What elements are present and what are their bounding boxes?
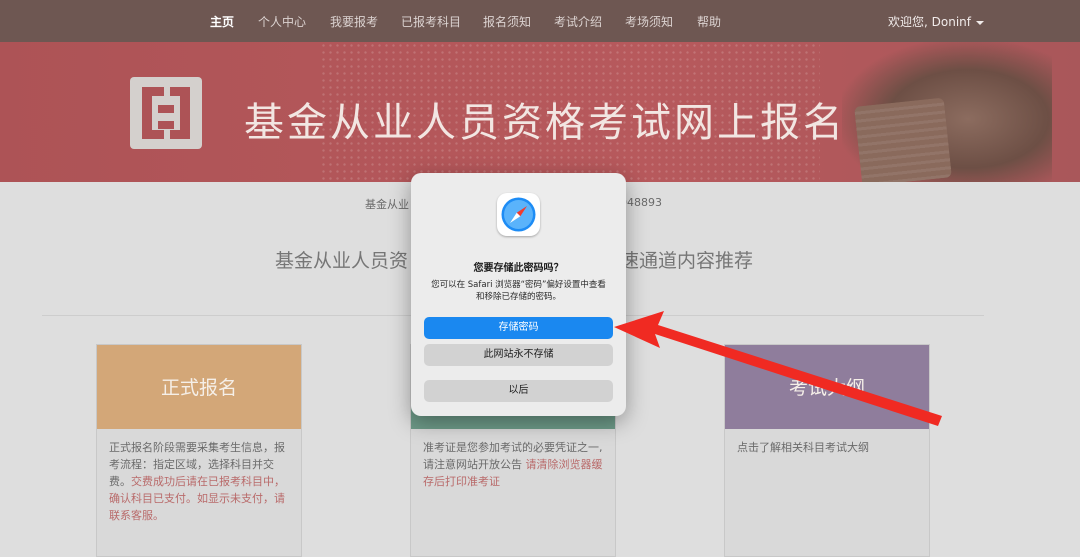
section-heading-left: 基金从业人员资 xyxy=(275,250,409,272)
notice-text-left: 基金从业 xyxy=(365,198,409,211)
card-text: 点击了解相关科目考试大纲 xyxy=(737,441,869,454)
card-syllabus[interactable]: 考试大纲 点击了解相关科目考试大纲 xyxy=(724,344,930,557)
card-registration[interactable]: 正式报名 正式报名阶段需要采集考生信息，报考流程：指定区域，选择科目并交费。交费… xyxy=(96,344,302,557)
seal-logo-icon xyxy=(130,77,202,149)
card-body: 准考证是您参加考试的必要凭证之一,请注意网站开放公告 请清除浏览器缓存后打印准考… xyxy=(411,429,615,500)
card-title: 正式报名 xyxy=(160,377,237,399)
welcome-text: 欢迎您, Doninf xyxy=(888,15,971,29)
nav-exam-room-notes[interactable]: 考场须知 xyxy=(625,13,673,30)
safari-icon xyxy=(497,193,540,236)
never-save-button[interactable]: 此网站永不存储 xyxy=(424,344,613,366)
banner-title: 基金从业人员资格考试网上报名 xyxy=(244,100,846,146)
nav-home[interactable]: 主页 xyxy=(210,13,234,30)
card-header: 正式报名 xyxy=(97,345,301,429)
save-password-button[interactable]: 存储密码 xyxy=(424,317,613,339)
card-header: 考试大纲 xyxy=(725,345,929,429)
dialog-title: 您要存储此密码吗？ xyxy=(473,263,564,274)
nav-exam-intro[interactable]: 考试介绍 xyxy=(554,13,602,30)
top-nav: 主页 个人中心 我要报考 已报考科目 报名须知 考试介绍 考场须知 帮助 欢迎您… xyxy=(0,0,1080,42)
nav-personal-center[interactable]: 个人中心 xyxy=(258,13,306,30)
nav-help[interactable]: 帮助 xyxy=(697,13,721,30)
section-heading-right: 速通道内容推荐 xyxy=(620,250,754,272)
card-warning-text: 交费成功后请在已报考科目中，确认科目已支付。如显示未支付，请联系客服。 xyxy=(109,475,285,522)
user-menu[interactable]: 欢迎您, Doninf xyxy=(888,13,984,30)
card-title: 考试大纲 xyxy=(788,377,865,399)
nav-apply[interactable]: 我要报考 xyxy=(330,13,378,30)
card-body: 点击了解相关科目考试大纲 xyxy=(725,429,929,466)
not-now-button[interactable]: 以后 xyxy=(424,380,613,402)
stamp-block-image xyxy=(854,97,952,182)
save-password-dialog: 您要存储此密码吗？ 您可以在 Safari 浏览器“密码”偏好设置中查看和移除已… xyxy=(411,173,626,416)
nav-registered-subjects[interactable]: 已报考科目 xyxy=(401,13,461,30)
notice-text-right: 048893 xyxy=(620,196,662,209)
nav-registration-notes[interactable]: 报名须知 xyxy=(483,13,531,30)
caret-down-icon xyxy=(975,20,984,25)
header-banner: 基金从业人员资格考试网上报名 xyxy=(0,42,1080,182)
card-body: 正式报名阶段需要采集考生信息，报考流程：指定区域，选择科目并交费。交费成功后请在… xyxy=(97,429,301,534)
dialog-message: 您可以在 Safari 浏览器“密码”偏好设置中查看和移除已存储的密码。 xyxy=(431,280,606,302)
